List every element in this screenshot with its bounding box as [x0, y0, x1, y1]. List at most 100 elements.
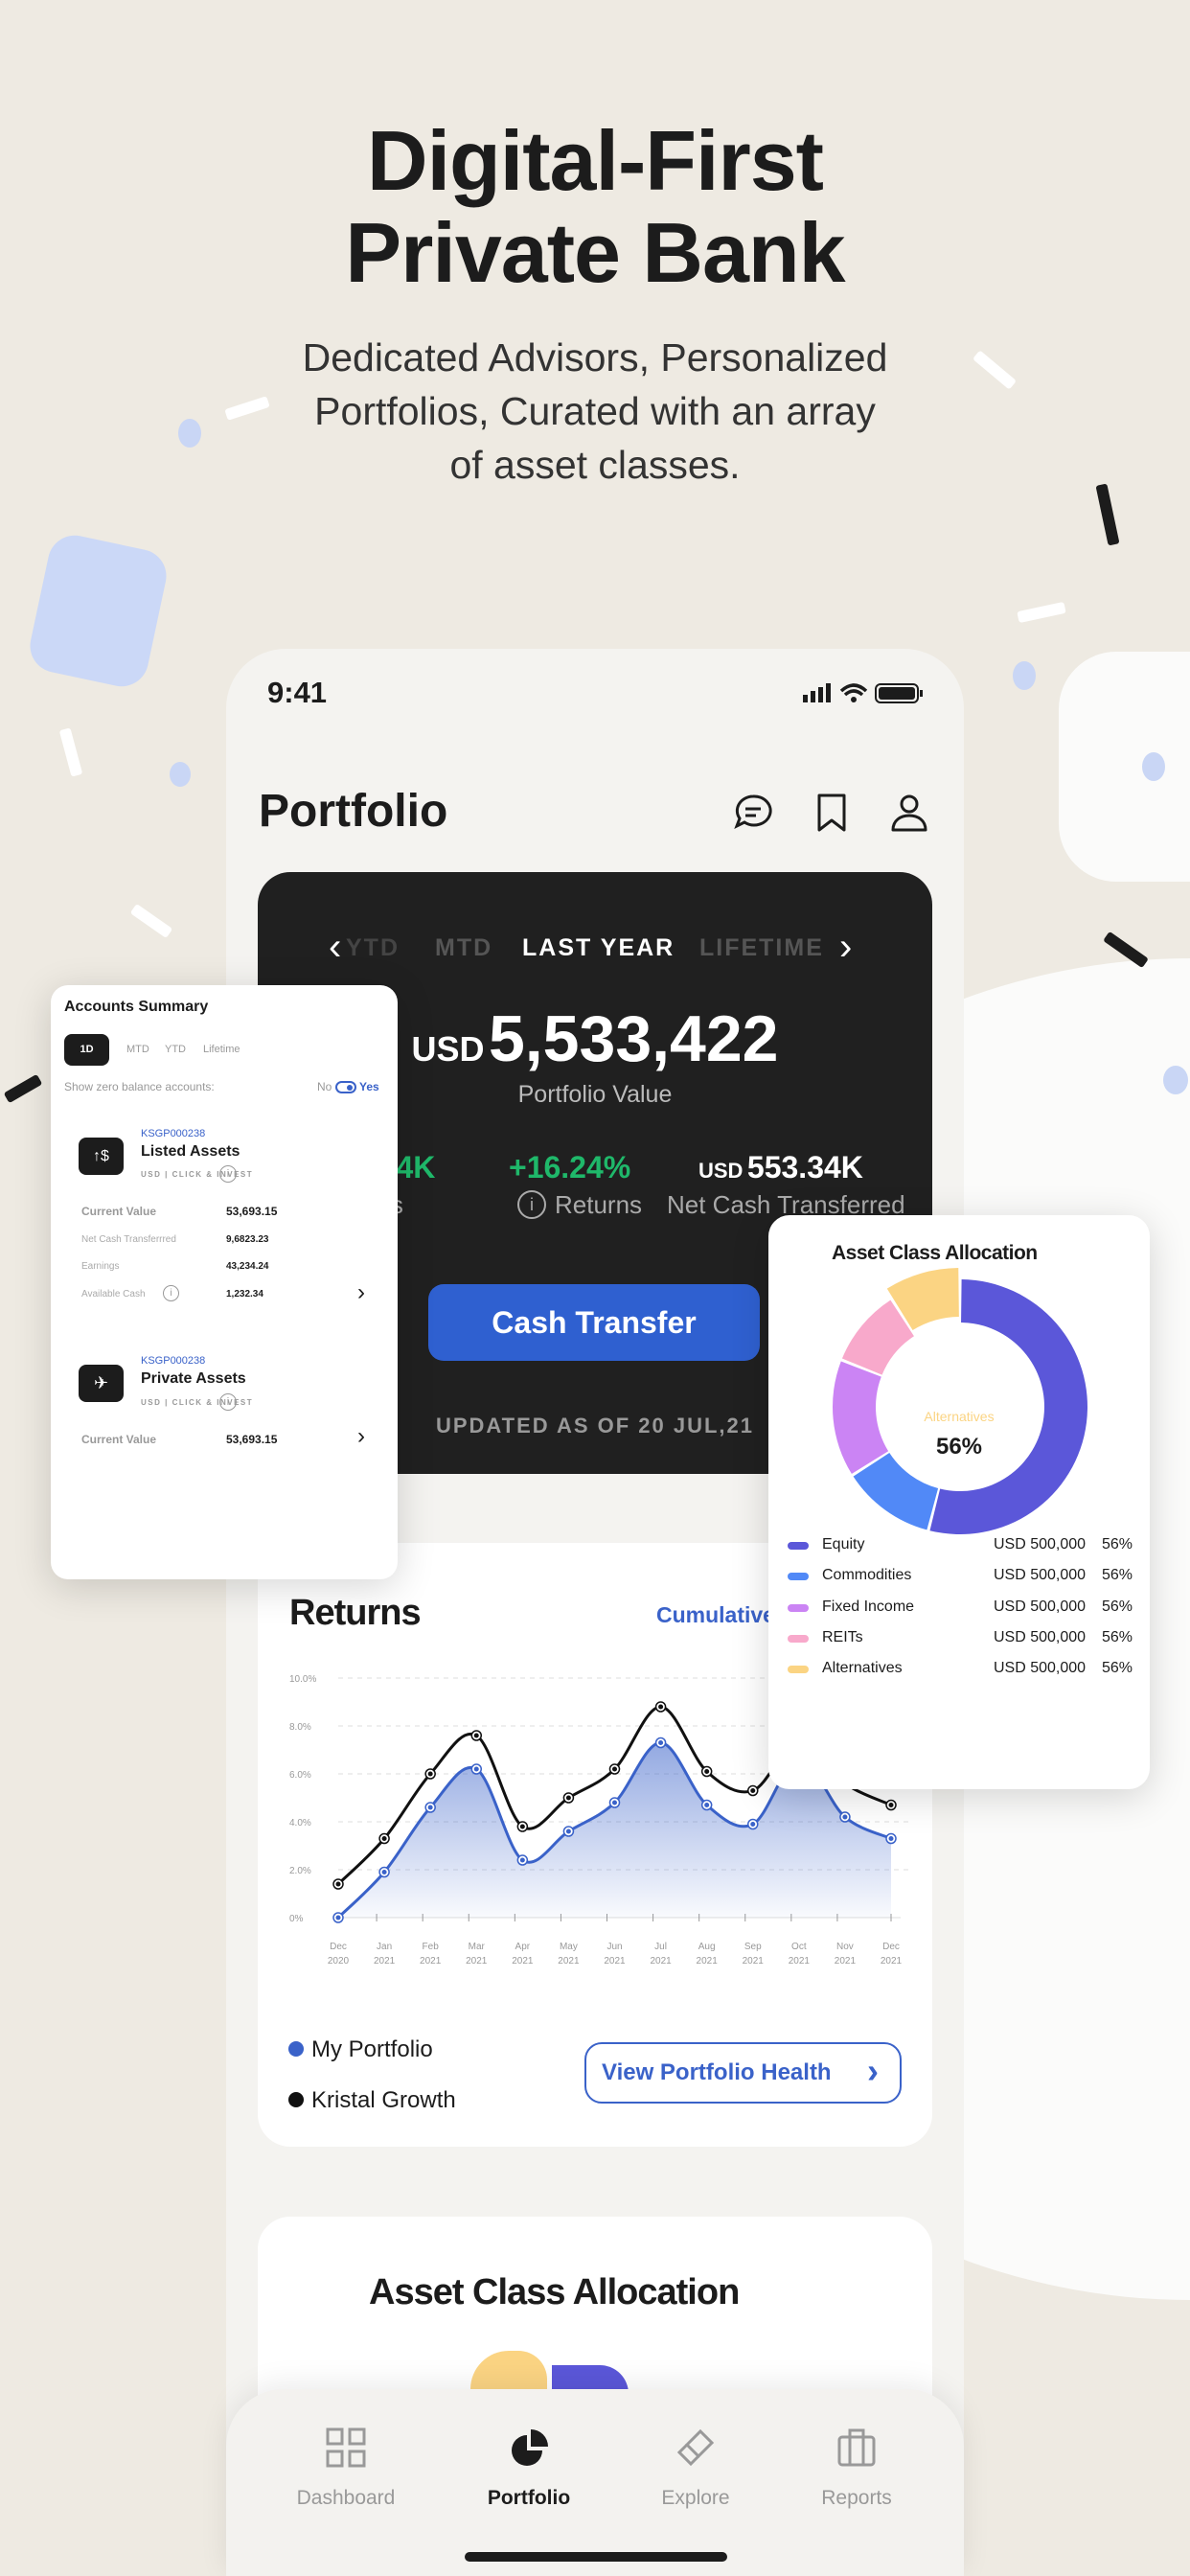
- asset-allocation-card: Asset Class Allocation Alternatives 56% …: [768, 1215, 1150, 1789]
- legend-amount: USD 500,000: [994, 1567, 1087, 1584]
- status-time: 9:41: [267, 676, 328, 709]
- cumulative-toggle[interactable]: Cumulative: [656, 1602, 775, 1628]
- chevron-left-icon[interactable]: ‹: [329, 926, 341, 969]
- bookmark-icon[interactable]: [814, 793, 849, 833]
- legend-kristal-growth: Kristal Growth: [288, 2087, 456, 2114]
- period-lifetime[interactable]: Lifetime: [203, 1044, 240, 1055]
- account-id: KSGP000238: [141, 1128, 206, 1139]
- x-tick-label: Sep: [744, 1942, 762, 1952]
- legend-pct: 56%: [1102, 1567, 1133, 1584]
- x-tick-label: 2021: [374, 1956, 396, 1966]
- briefcase-icon: [837, 2428, 876, 2467]
- legend-amount: USD 500,000: [994, 1660, 1087, 1677]
- view-portfolio-health-button[interactable]: View Portfolio Health ›: [584, 2042, 902, 2104]
- row-label: Net Cash Transferrred: [81, 1234, 176, 1245]
- legend-label: Alternatives: [822, 1660, 903, 1677]
- chevron-right-icon[interactable]: ›: [839, 926, 852, 969]
- row-label: Current Value: [81, 1433, 157, 1446]
- donut-preview-alternatives: [470, 2351, 547, 2389]
- account-name[interactable]: Private Assets: [141, 1370, 246, 1388]
- nav-dashboard[interactable]: Dashboard: [269, 2427, 423, 2510]
- chat-icon[interactable]: [733, 793, 773, 833]
- period-tab[interactable]: YTD: [346, 934, 400, 962]
- info-icon[interactable]: i: [219, 1393, 237, 1411]
- telescope-icon: [676, 2428, 715, 2467]
- x-tick-label: 2021: [558, 1956, 580, 1966]
- data-point-core: [658, 1704, 664, 1710]
- cash-transfer-button[interactable]: Cash Transfer: [428, 1284, 760, 1361]
- confetti: [129, 903, 173, 939]
- status-icons: [803, 683, 923, 703]
- grid-icon: [326, 2427, 366, 2468]
- info-icon[interactable]: i: [517, 1190, 546, 1219]
- confetti: [58, 727, 83, 777]
- nav-reports[interactable]: Reports: [780, 2427, 933, 2510]
- data-point-core: [842, 1814, 848, 1820]
- legend-pct: 56%: [1102, 1598, 1133, 1615]
- legend-row: Equity USD 500,000 56%: [768, 1536, 1150, 1559]
- legend-amount: USD 500,000: [994, 1598, 1087, 1615]
- x-tick-label: May: [560, 1942, 578, 1952]
- period-tab[interactable]: LIFETIME: [699, 934, 824, 962]
- legend-row: Fixed Income USD 500,000 56%: [768, 1598, 1150, 1622]
- period-tab-active[interactable]: LAST YEAR: [522, 934, 675, 962]
- data-point-core: [335, 1881, 341, 1887]
- data-point-core: [612, 1766, 617, 1772]
- legend-pct: 56%: [1102, 1660, 1133, 1677]
- data-point-core: [750, 1822, 756, 1827]
- zero-balance-toggle[interactable]: No Yes: [317, 1080, 379, 1094]
- nav-label: Portfolio: [487, 2487, 571, 2509]
- x-tick-label: 2021: [835, 1956, 857, 1966]
- legend-row: Alternatives USD 500,000 56%: [768, 1660, 1150, 1683]
- x-tick-label: Jul: [654, 1942, 667, 1952]
- data-point-core: [750, 1788, 756, 1793]
- decor-dot: [1142, 752, 1165, 781]
- donut-slice-equity[interactable]: [929, 1279, 1087, 1534]
- info-icon[interactable]: i: [219, 1165, 237, 1183]
- period-mtd[interactable]: MTD: [126, 1044, 149, 1055]
- x-tick-label: Dec: [882, 1942, 900, 1952]
- legend-pct: 56%: [1102, 1628, 1133, 1645]
- data-point-core: [888, 1803, 894, 1807]
- toggle-switch[interactable]: [334, 1081, 356, 1094]
- home-indicator: [465, 2552, 727, 2562]
- data-point-core: [888, 1836, 894, 1841]
- chevron-right-icon[interactable]: ›: [357, 1423, 365, 1450]
- x-tick-label: Mar: [469, 1942, 486, 1952]
- decor-square: [25, 530, 172, 692]
- nav-portfolio[interactable]: Portfolio: [452, 2427, 606, 2510]
- profile-icon[interactable]: [889, 793, 929, 833]
- y-tick-label: 8.0%: [289, 1722, 311, 1733]
- legend-swatch: [788, 1542, 809, 1550]
- data-point-core: [658, 1740, 664, 1745]
- period-1d-active[interactable]: 1D: [64, 1034, 109, 1066]
- row-label: Current Value: [81, 1205, 157, 1218]
- account-name[interactable]: Listed Assets: [141, 1143, 240, 1161]
- allocation-section-title: Asset Class Allocation: [369, 2272, 740, 2312]
- legend-row: REITs USD 500,000 56%: [768, 1629, 1150, 1652]
- x-tick-label: 2020: [328, 1956, 350, 1966]
- background-shape: [1059, 652, 1190, 882]
- nav-explore[interactable]: Explore: [619, 2427, 772, 2510]
- decor-dot: [170, 762, 191, 787]
- pie-chart-icon: [512, 2429, 548, 2466]
- row-value: 53,693.15: [226, 1433, 278, 1446]
- legend-pct: 56%: [1102, 1536, 1133, 1552]
- returns-label: Returns: [555, 1190, 643, 1219]
- data-point-core: [704, 1803, 710, 1807]
- y-tick-label: 6.0%: [289, 1770, 311, 1781]
- y-tick-label: 0%: [289, 1914, 304, 1924]
- data-point-core: [612, 1800, 617, 1806]
- info-icon[interactable]: i: [163, 1285, 179, 1301]
- chevron-right-icon[interactable]: ›: [357, 1279, 365, 1306]
- returns-value: +16.24%: [509, 1150, 631, 1184]
- data-point-core: [473, 1766, 479, 1772]
- nav-label: Reports: [821, 2487, 892, 2509]
- data-point-core: [519, 1857, 525, 1863]
- x-tick-label: 2021: [466, 1956, 488, 1966]
- x-tick-label: 2021: [512, 1956, 534, 1966]
- period-ytd[interactable]: YTD: [165, 1044, 186, 1055]
- bottom-nav: Dashboard Portfolio Explore Reports: [226, 2389, 964, 2576]
- period-tab[interactable]: MTD: [435, 934, 492, 962]
- data-point-core: [427, 1805, 433, 1810]
